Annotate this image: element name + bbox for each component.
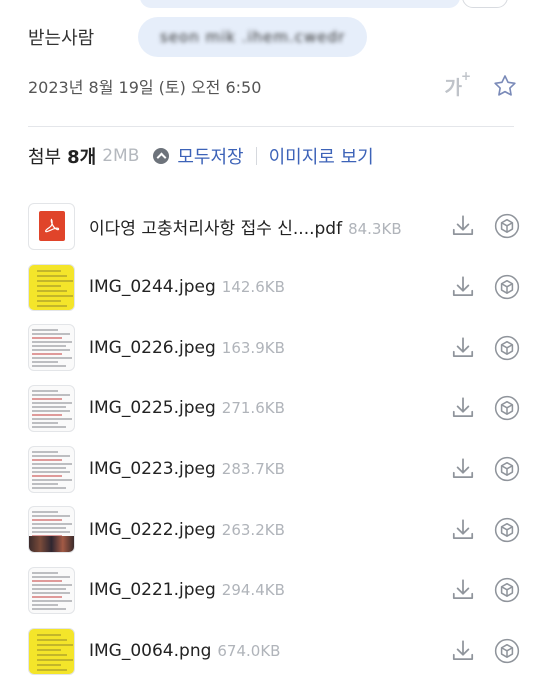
recipient-label: 받는사람 — [28, 28, 95, 49]
cube-icon[interactable] — [494, 274, 520, 300]
attachment-row[interactable]: IMG_0223.jpeg 283.7KB — [28, 439, 520, 500]
font-size-label: 가 — [444, 76, 462, 99]
download-icon[interactable] — [450, 456, 476, 482]
previous-recipient-chip — [140, 0, 460, 8]
download-icon[interactable] — [450, 638, 476, 664]
attachment-row[interactable]: IMG_0225.jpeg 271.6KB — [28, 378, 520, 439]
attachment-row[interactable]: IMG_0221.jpeg 294.4KB — [28, 560, 520, 621]
attachment-size: 294.4KB — [221, 581, 285, 600]
attachment-size: 163.9KB — [221, 338, 285, 357]
recipient-address: seon mik .ihem.cwedr — [160, 28, 346, 46]
attachment-list: 이다영 고충처리사항 접수 신....pdf 84.3KB IMG_0244.jpe… — [28, 196, 520, 682]
download-icon[interactable] — [450, 335, 476, 361]
previous-action-button[interactable] — [462, 0, 508, 8]
attachment-name[interactable]: IMG_0244.jpeg — [89, 277, 216, 297]
sent-date: 2023년 8월 19일 (토) 오전 6:50 — [28, 78, 262, 97]
attachment-size: 271.6KB — [221, 399, 285, 418]
attachment-name[interactable]: IMG_0223.jpeg — [89, 459, 216, 479]
attachment-meta: IMG_0225.jpeg 271.6KB — [75, 398, 450, 418]
attachments-count: 8개 — [67, 147, 97, 168]
attachment-meta: IMG_0064.png 674.0KB — [75, 641, 450, 661]
image-thumbnail[interactable] — [28, 384, 75, 432]
date-row: 2023년 8월 19일 (토) 오전 6:50 가 + — [28, 69, 518, 102]
star-icon[interactable] — [492, 73, 518, 99]
download-icon[interactable] — [450, 577, 476, 603]
download-icon[interactable] — [450, 213, 476, 239]
cube-icon[interactable] — [494, 517, 520, 543]
cube-icon[interactable] — [494, 577, 520, 603]
pdf-icon — [38, 211, 65, 242]
divider — [28, 126, 514, 127]
attachment-name[interactable]: IMG_0221.jpeg — [89, 580, 216, 600]
separator — [255, 147, 257, 165]
attachment-size: 263.2KB — [221, 520, 285, 539]
save-all-button[interactable]: 모두저장 — [177, 143, 243, 169]
attachment-row[interactable]: IMG_0222.jpeg 263.2KB — [28, 499, 520, 560]
attachment-meta: IMG_0223.jpeg 283.7KB — [75, 459, 450, 479]
attachment-size: 84.3KB — [348, 219, 402, 238]
attachment-size: 142.6KB — [221, 278, 285, 297]
attachment-meta: 이다영 고충처리사항 접수 신....pdf 84.3KB — [75, 214, 450, 239]
recipient-row: 받는사람 seon mik .ihem.cwedr — [28, 16, 520, 58]
cube-icon[interactable] — [494, 213, 520, 239]
font-size-plus: + — [460, 68, 471, 83]
download-icon[interactable] — [450, 517, 476, 543]
font-size-button[interactable]: 가 + — [444, 69, 471, 100]
recipient-chip[interactable]: seon mik .ihem.cwedr — [138, 17, 368, 57]
attachment-row[interactable]: IMG_0244.jpeg 142.6KB — [28, 257, 520, 318]
chevron-up-icon[interactable] — [153, 148, 170, 164]
pdf-thumbnail[interactable] — [28, 202, 75, 250]
attachment-meta: IMG_0222.jpeg 263.2KB — [75, 520, 450, 540]
attachment-size: 283.7KB — [221, 460, 285, 479]
attachments-total-size: 2MB — [102, 146, 140, 166]
attachment-meta: IMG_0221.jpeg 294.4KB — [75, 580, 450, 600]
download-icon[interactable] — [450, 395, 476, 421]
attachment-name[interactable]: IMG_0064.png — [89, 641, 211, 661]
attachment-name[interactable]: 이다영 고충처리사항 접수 신....pdf — [89, 214, 342, 239]
download-icon[interactable] — [450, 274, 476, 300]
attachment-row[interactable]: IMG_0226.jpeg 163.9KB — [28, 317, 520, 378]
image-thumbnail[interactable] — [28, 627, 75, 675]
image-thumbnail[interactable] — [28, 566, 75, 614]
attachments-title: 첨부 — [28, 147, 62, 168]
attachments-header: 첨부 8개 2MB 모두저장 이미지로 보기 — [28, 140, 520, 172]
image-thumbnail[interactable] — [28, 263, 75, 311]
attachment-name[interactable]: IMG_0225.jpeg — [89, 398, 216, 418]
cube-icon[interactable] — [494, 335, 520, 361]
attachment-size: 674.0KB — [217, 642, 281, 661]
attachment-row[interactable]: IMG_0064.png 674.0KB — [28, 621, 520, 682]
cube-icon[interactable] — [494, 456, 520, 482]
attachment-meta: IMG_0226.jpeg 163.9KB — [75, 338, 450, 358]
attachment-row[interactable]: 이다영 고충처리사항 접수 신....pdf 84.3KB — [28, 196, 520, 257]
image-thumbnail[interactable] — [28, 506, 75, 554]
cube-icon[interactable] — [494, 638, 520, 664]
image-thumbnail[interactable] — [28, 324, 75, 372]
attachment-name[interactable]: IMG_0222.jpeg — [89, 520, 216, 540]
attachment-name[interactable]: IMG_0226.jpeg — [89, 338, 216, 358]
attachment-meta: IMG_0244.jpeg 142.6KB — [75, 277, 450, 297]
cube-icon[interactable] — [494, 395, 520, 421]
view-as-images-button[interactable]: 이미지로 보기 — [269, 143, 374, 169]
photo-strip — [29, 536, 74, 553]
image-thumbnail[interactable] — [28, 445, 75, 493]
